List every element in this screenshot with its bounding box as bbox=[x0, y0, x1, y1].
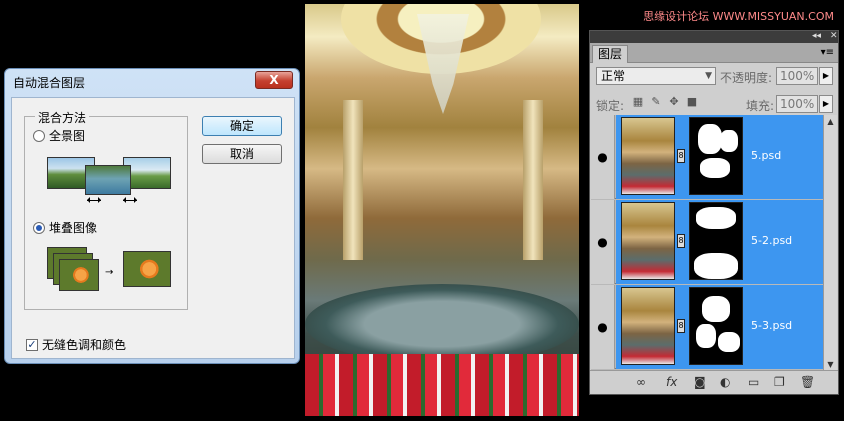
layer-thumbnail bbox=[621, 202, 675, 280]
scroll-down-icon[interactable]: ▼ bbox=[825, 359, 836, 370]
layer-thumbnail bbox=[621, 287, 675, 365]
layer-row[interactable]: ● 8 5-2.psd bbox=[591, 200, 823, 284]
link-icon[interactable]: ∞ bbox=[636, 375, 646, 389]
layer-row[interactable]: ● 8 5.psd bbox=[591, 115, 823, 199]
layer-thumbnail bbox=[621, 117, 675, 195]
chevron-down-icon: ▼ bbox=[705, 71, 712, 81]
close-button[interactable]: X bbox=[255, 71, 293, 89]
panorama-label: 全景图 bbox=[49, 129, 86, 143]
layers-panel: ◂◂ ✕ 图层 ▾≡ 正常 ▼ 不透明度: 100% ▶ 锁定: ▦ ✎ ✥ ■… bbox=[589, 30, 839, 395]
blend-mode-select[interactable]: 正常 ▼ bbox=[596, 67, 716, 85]
checkbox-check-icon: ✓ bbox=[26, 337, 38, 351]
overlap-arrow-icon bbox=[123, 197, 137, 203]
blend-mode-value: 正常 bbox=[601, 69, 626, 83]
panorama-image-center bbox=[85, 165, 131, 195]
layers-scrollbar[interactable]: ▲ ▼ bbox=[823, 115, 837, 371]
stack-label: 堆叠图像 bbox=[49, 221, 98, 235]
panel-top-strip: ◂◂ ✕ bbox=[590, 31, 838, 43]
panel-close-icon[interactable]: ✕ bbox=[830, 31, 838, 41]
ok-button[interactable]: 确定 bbox=[202, 116, 282, 136]
new-layer-icon[interactable]: ❐ bbox=[774, 375, 785, 389]
fill-input[interactable]: 100% bbox=[776, 95, 818, 113]
seamless-tones-label: 无缝色调和颜色 bbox=[42, 338, 127, 352]
stack-image-front bbox=[59, 259, 99, 291]
arrow-right-icon: → bbox=[105, 267, 114, 278]
layer-mask-thumbnail[interactable] bbox=[689, 202, 743, 280]
blend-method-group: 混合方法 全景图 堆叠图像 → bbox=[24, 109, 188, 310]
fill-label: 填充: bbox=[746, 99, 775, 113]
close-icon: X bbox=[269, 73, 279, 87]
layer-mask-thumbnail[interactable] bbox=[689, 287, 743, 365]
layer-name: 5-2.psd bbox=[751, 234, 793, 247]
layer-name: 5-3.psd bbox=[751, 319, 793, 332]
layer-mask-thumbnail[interactable] bbox=[689, 117, 743, 195]
folder-icon[interactable]: ▭ bbox=[748, 375, 759, 389]
lock-paint-icon[interactable]: ✎ bbox=[650, 96, 662, 108]
mask-link-icon[interactable]: 8 bbox=[677, 319, 685, 333]
canvas-image bbox=[305, 4, 579, 416]
stack-result-image bbox=[123, 251, 171, 287]
opacity-input[interactable]: 100% bbox=[776, 67, 818, 85]
cancel-button[interactable]: 取消 bbox=[202, 144, 282, 164]
lock-move-icon[interactable]: ✥ bbox=[668, 96, 680, 108]
panel-tab-row: 图层 ▾≡ bbox=[590, 43, 838, 63]
auto-blend-dialog: 自动混合图层 X 混合方法 全景图 堆叠图像 → 确定 取消 ✓ 无缝色调和颜色 bbox=[4, 68, 300, 364]
opacity-stepper[interactable]: ▶ bbox=[819, 67, 833, 85]
scroll-up-icon[interactable]: ▲ bbox=[825, 116, 836, 127]
stack-radio[interactable]: 堆叠图像 bbox=[33, 219, 97, 236]
layers-footer: ∞ fx ◙ ◐ ▭ ❐ 🗑 bbox=[590, 370, 838, 394]
panel-menu-icon[interactable]: ▾≡ bbox=[821, 47, 834, 58]
pillar-left bbox=[343, 100, 363, 260]
layer-list: ● 8 5.psd ● 8 5-2.psd ● 8 5-3.psd bbox=[591, 115, 823, 371]
lock-icons: ▦ ✎ ✥ ■ bbox=[632, 96, 698, 108]
panorama-radio[interactable]: 全景图 bbox=[33, 127, 85, 144]
mask-link-icon[interactable]: 8 bbox=[677, 149, 685, 163]
seamless-tones-checkbox[interactable]: ✓ 无缝色调和颜色 bbox=[26, 336, 126, 353]
trash-icon[interactable]: 🗑 bbox=[800, 375, 815, 389]
flower-bed bbox=[305, 354, 579, 416]
adjustment-icon[interactable]: ◐ bbox=[720, 375, 730, 389]
fountain-pool bbox=[305, 284, 579, 364]
dialog-title: 自动混合图层 bbox=[13, 76, 86, 90]
opacity-label: 不透明度: bbox=[720, 71, 773, 85]
pillar-right bbox=[523, 100, 543, 260]
eye-icon[interactable]: ● bbox=[591, 285, 615, 369]
dialog-body: 混合方法 全景图 堆叠图像 → 确定 取消 ✓ 无缝色调和颜色 bbox=[11, 97, 295, 359]
collapse-icon[interactable]: ◂◂ bbox=[812, 31, 821, 41]
layer-name: 5.psd bbox=[751, 149, 782, 162]
fill-stepper[interactable]: ▶ bbox=[819, 95, 833, 113]
eye-icon[interactable]: ● bbox=[591, 115, 615, 199]
layer-row[interactable]: ● 8 5-3.psd bbox=[591, 285, 823, 369]
stack-radio-dot bbox=[33, 221, 45, 234]
watermark: 思缘设计论坛 WWW.MISSYUAN.COM bbox=[643, 10, 834, 23]
panorama-radio-dot bbox=[33, 129, 45, 142]
blend-method-label: 混合方法 bbox=[35, 109, 90, 126]
fx-icon[interactable]: fx bbox=[666, 375, 677, 389]
eye-icon[interactable]: ● bbox=[591, 200, 615, 284]
mask-link-icon[interactable]: 8 bbox=[677, 234, 685, 248]
overlap-arrow-icon bbox=[87, 197, 101, 203]
lock-all-icon[interactable]: ■ bbox=[686, 96, 698, 108]
tab-layers[interactable]: 图层 bbox=[592, 45, 629, 63]
lock-transparency-icon[interactable]: ▦ bbox=[632, 96, 644, 108]
dialog-titlebar[interactable]: 自动混合图层 X bbox=[5, 69, 299, 95]
mask-icon[interactable]: ◙ bbox=[694, 375, 706, 389]
lock-label: 锁定: bbox=[596, 99, 625, 113]
